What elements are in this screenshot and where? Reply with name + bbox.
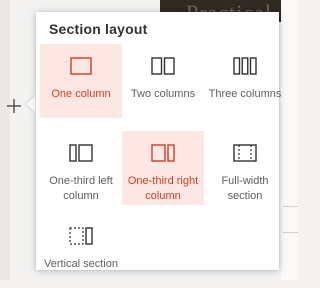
one-column-icon bbox=[70, 57, 92, 75]
three-columns-icon bbox=[233, 57, 257, 75]
one-third-right-column-icon bbox=[151, 144, 175, 162]
layout-option-full-width-section[interactable]: Full-width section bbox=[204, 131, 286, 205]
divider bbox=[283, 206, 298, 207]
layout-option-three-columns[interactable]: Three columns bbox=[204, 44, 286, 118]
layout-option-one-column[interactable]: One column bbox=[40, 44, 122, 118]
flyout-title: Section layout bbox=[49, 21, 148, 37]
section-layout-flyout: Section layout One column Two columns Th… bbox=[36, 12, 281, 270]
layout-option-one-third-right-column[interactable]: One-third right column bbox=[122, 131, 204, 205]
layout-option-one-third-left-column[interactable]: One-third left column bbox=[40, 131, 122, 205]
two-columns-icon bbox=[151, 57, 175, 75]
layout-option-label: Three columns bbox=[208, 88, 282, 100]
layout-option-label: Two columns bbox=[130, 88, 196, 100]
plus-icon bbox=[7, 99, 21, 113]
full-width-section-icon bbox=[233, 144, 257, 162]
layout-option-vertical-section[interactable]: Vertical section bbox=[40, 214, 122, 288]
layout-option-label: One column bbox=[51, 88, 111, 100]
layout-option-label: Full-width section bbox=[221, 175, 269, 202]
layout-option-label: Vertical section bbox=[44, 258, 118, 270]
layout-option-two-columns[interactable]: Two columns bbox=[122, 44, 204, 118]
one-third-left-column-icon bbox=[69, 144, 93, 162]
vertical-section-icon bbox=[69, 227, 93, 245]
layout-option-label: One-third left column bbox=[49, 175, 113, 202]
layout-option-label: One-third right column bbox=[127, 175, 199, 202]
canvas-left-edge bbox=[0, 0, 10, 280]
add-section-button[interactable] bbox=[4, 96, 24, 116]
divider bbox=[283, 232, 298, 233]
